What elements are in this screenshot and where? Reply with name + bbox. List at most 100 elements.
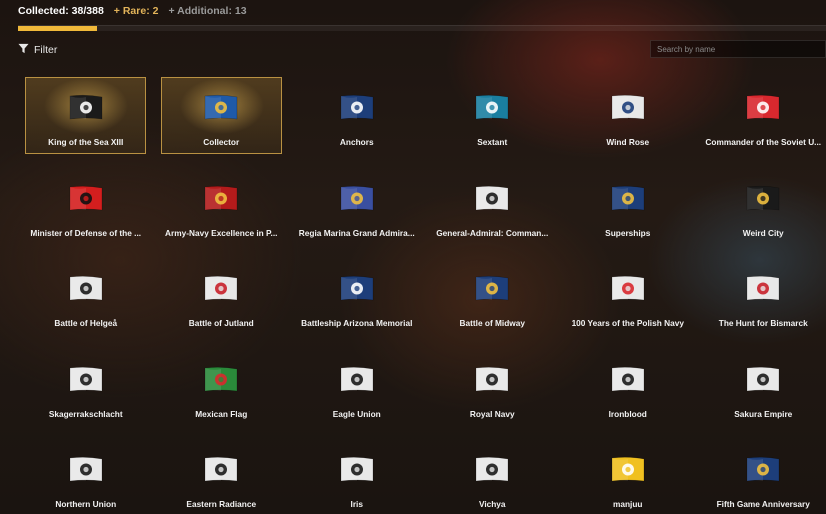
flag-item[interactable]: Iris [289,438,425,514]
flag-item[interactable]: General-Admiral: Comman... [425,167,561,258]
midway-flag-icon [474,275,510,302]
progress-fill [18,26,98,31]
flag-item[interactable]: Battleship Arizona Memorial [289,257,425,348]
flag-label: The Hunt for Bismarck [718,318,808,328]
collector-flag-icon [203,94,239,121]
flag-label: Superships [605,227,651,238]
flag-item[interactable]: Royal Navy [425,348,561,439]
flag-label: Eastern Radiance [186,499,257,509]
flag-label: Vichya [478,499,506,509]
flag-item[interactable]: Army-Navy Excellence in P... [154,167,290,258]
regia-marina-flag-icon [339,185,375,212]
flag-label: Mexican Flag [195,408,248,419]
helgea-flag-icon [68,275,104,302]
flag-item[interactable]: Vichya [425,438,561,514]
filter-icon [18,43,29,57]
flag-item[interactable]: Collector [154,76,290,167]
mexican-flag-icon [203,366,239,393]
skagerrak-flag-icon [68,366,104,393]
flag-label: Battle of Midway [459,318,525,328]
flag-item[interactable]: Anchors [289,76,425,167]
eagle-union-flag-icon [339,366,375,393]
flag-item[interactable]: Wind Rose [560,76,696,167]
flag-item[interactable]: Sakura Empire [696,348,826,439]
flag-item[interactable]: 100 Years of the Polish Navy [560,257,696,348]
filter-label: Filter [34,44,58,56]
anniversary-flag-icon [745,456,781,483]
flag-label: General-Admiral: Comman... [436,227,549,238]
flag-item[interactable]: Weird City [696,167,826,258]
flag-grid: King of the Sea XIII Collector Anchors Sext… [18,76,826,514]
flag-item[interactable]: King of the Sea XIII [18,76,154,167]
flag-label: King of the Sea XIII [48,137,124,147]
northern-union-flag-icon [68,456,104,483]
flag-item[interactable]: Battle of Midway [425,257,561,348]
flag-item[interactable]: manjuu [560,438,696,514]
search-input[interactable] [650,40,826,58]
flag-item[interactable]: Eagle Union [289,348,425,439]
flag-label: Iris [350,499,363,509]
flag-label: Northern Union [55,499,117,509]
weird-city-flag-icon [745,185,781,212]
bismarck-flag-icon [745,275,781,302]
manjuu-flag-icon [610,456,646,483]
collection-progress-bar [18,25,826,31]
flag-item[interactable]: Skagerrakschlacht [18,348,154,439]
flag-label: Minister of Defense of the ... [30,227,142,238]
arizona-flag-icon [339,275,375,302]
flag-label: Army-Navy Excellence in P... [165,227,278,238]
soviet-commander-flag-icon [745,94,781,121]
polish-navy-flag-icon [610,275,646,302]
flag-label: Sextant [477,137,508,147]
flag-label: Battle of Helgeå [54,318,118,328]
flag-item[interactable]: Fifth Game Anniversary [696,438,826,514]
sakura-empire-flag-icon [745,366,781,393]
flag-label: Battleship Arizona Memorial [301,318,413,328]
royal-navy-flag-icon [474,366,510,393]
flag-item[interactable]: Northern Union [18,438,154,514]
eastern-radiance-flag-icon [203,456,239,483]
minister-defense-flag-icon [68,185,104,212]
flag-label: manjuu [612,499,643,509]
general-admiral-flag-icon [474,185,510,212]
rare-count: + Rare: 2 [113,5,159,17]
collection-summary: Collected: 38/388 + Rare: 2 + Additional… [18,4,247,18]
flag-label: Ironblood [608,408,647,419]
flag-label: Wind Rose [606,137,650,147]
additional-count: + Additional: 13 [168,5,247,17]
skull-flag-icon [68,94,104,121]
flag-label: Eagle Union [332,408,381,419]
flag-item[interactable]: Superships [560,167,696,258]
flag-label: Skagerrakschlacht [48,408,123,419]
flag-label: Fifth Game Anniversary [716,499,810,509]
sextant-flag-icon [474,94,510,121]
flag-label: Sakura Empire [734,408,793,419]
flag-item[interactable]: Eastern Radiance [154,438,290,514]
flag-label: Commander of the Soviet U... [705,137,822,147]
flag-label: Collector [203,137,240,147]
flag-item[interactable]: The Hunt for Bismarck [696,257,826,348]
superships-flag-icon [610,185,646,212]
filter-button[interactable]: Filter [18,43,57,57]
ironblood-flag-icon [610,366,646,393]
flag-item[interactable]: Regia Marina Grand Admira... [289,167,425,258]
flag-item[interactable]: Minister of Defense of the ... [18,167,154,258]
flag-item[interactable]: Battle of Jutland [154,257,290,348]
iris-flag-icon [339,456,375,483]
collected-count: Collected: 38/388 [18,5,104,17]
flag-label: Regia Marina Grand Admira... [298,227,415,238]
vichya-flag-icon [474,456,510,483]
flag-item[interactable]: Battle of Helgeå [18,257,154,348]
anchors-flag-icon [339,94,375,121]
flag-item[interactable]: Commander of the Soviet U... [696,76,826,167]
flag-item[interactable]: Ironblood [560,348,696,439]
flag-label: Weird City [742,227,784,238]
flag-label: 100 Years of the Polish Navy [571,318,684,328]
flag-label: Anchors [339,137,374,147]
flag-item[interactable]: Sextant [425,76,561,167]
jutland-flag-icon [203,275,239,302]
flag-label: Royal Navy [469,408,515,419]
flag-label: Battle of Jutland [188,318,254,328]
flag-item[interactable]: Mexican Flag [154,348,290,439]
army-navy-flag-icon [203,185,239,212]
